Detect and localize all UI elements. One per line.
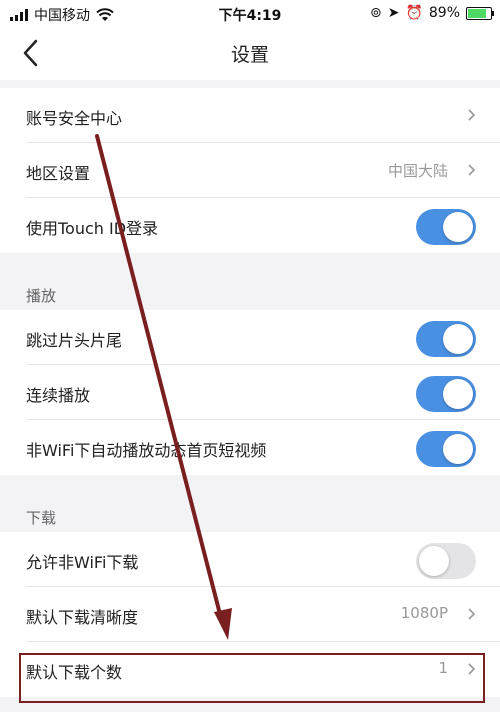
rotation-lock-icon: ⊚	[369, 5, 382, 21]
skip-intro-toggle[interactable]	[416, 321, 476, 357]
download-count-label: 默认下载个数	[26, 663, 123, 682]
skip-intro-label: 跳过片头片尾	[26, 331, 123, 350]
download-quality-row[interactable]: 默认下载清晰度 1080P	[0, 587, 500, 642]
toggle-knob	[443, 379, 473, 409]
continuous-play-row: 连续播放	[0, 365, 500, 420]
battery-icon	[466, 6, 494, 20]
navigation-bar: 设置	[0, 28, 500, 80]
status-bar: 中国移动 下午4:19 ⊚ ➤ ⏰ 89%	[0, 0, 500, 28]
alarm-icon: ⏰	[405, 5, 423, 21]
region-settings-row[interactable]: 地区设置 中国大陆	[0, 143, 500, 198]
touch-id-toggle[interactable]	[416, 209, 476, 245]
non-wifi-download-toggle[interactable]	[416, 543, 476, 579]
section-title-download: 下载	[26, 509, 57, 527]
toggle-knob	[443, 212, 473, 242]
download-quality-label: 默认下载清晰度	[26, 608, 139, 627]
section-header-playback: 播放	[0, 253, 500, 310]
download-count-row[interactable]: 默认下载个数 1	[0, 642, 500, 697]
battery-percent: 89%	[428, 5, 460, 21]
chevron-right-icon	[468, 663, 476, 675]
region-settings-label: 地区设置	[26, 164, 91, 183]
skip-intro-row: 跳过片头片尾	[0, 310, 500, 365]
chevron-right-icon	[468, 608, 476, 620]
continuous-play-toggle[interactable]	[416, 376, 476, 412]
status-right: ⊚ ➤ ⏰ 89%	[369, 5, 494, 21]
region-value: 中国大陆	[387, 162, 448, 180]
chevron-right-icon	[468, 109, 476, 121]
toggle-knob	[443, 324, 473, 354]
non-wifi-download-row: 允许非WiFi下载	[0, 532, 500, 587]
continuous-play-label: 连续播放	[26, 386, 91, 405]
download-quality-value: 1080P	[400, 604, 448, 622]
non-wifi-autoplay-toggle[interactable]	[416, 431, 476, 467]
page-title: 设置	[230, 44, 269, 66]
non-wifi-autoplay-label: 非WiFi下自动播放动态首页短视频	[26, 441, 267, 460]
toggle-knob	[419, 546, 449, 576]
account-security-label: 账号安全中心	[26, 109, 123, 128]
toggle-knob	[443, 434, 473, 464]
touch-id-row: 使用Touch ID登录	[0, 198, 500, 253]
touch-id-label: 使用Touch ID登录	[26, 219, 159, 238]
location-icon: ➤	[387, 5, 400, 21]
chevron-right-icon	[468, 164, 476, 176]
bottom-spacer	[0, 697, 500, 712]
download-count-value: 1	[438, 659, 448, 677]
account-security-row[interactable]: 账号安全中心	[0, 88, 500, 143]
section-title-playback: 播放	[26, 287, 57, 305]
non-wifi-download-label: 允许非WiFi下载	[26, 553, 139, 572]
non-wifi-autoplay-row: 非WiFi下自动播放动态首页短视频	[0, 420, 500, 475]
section-header-download: 下载	[0, 475, 500, 532]
